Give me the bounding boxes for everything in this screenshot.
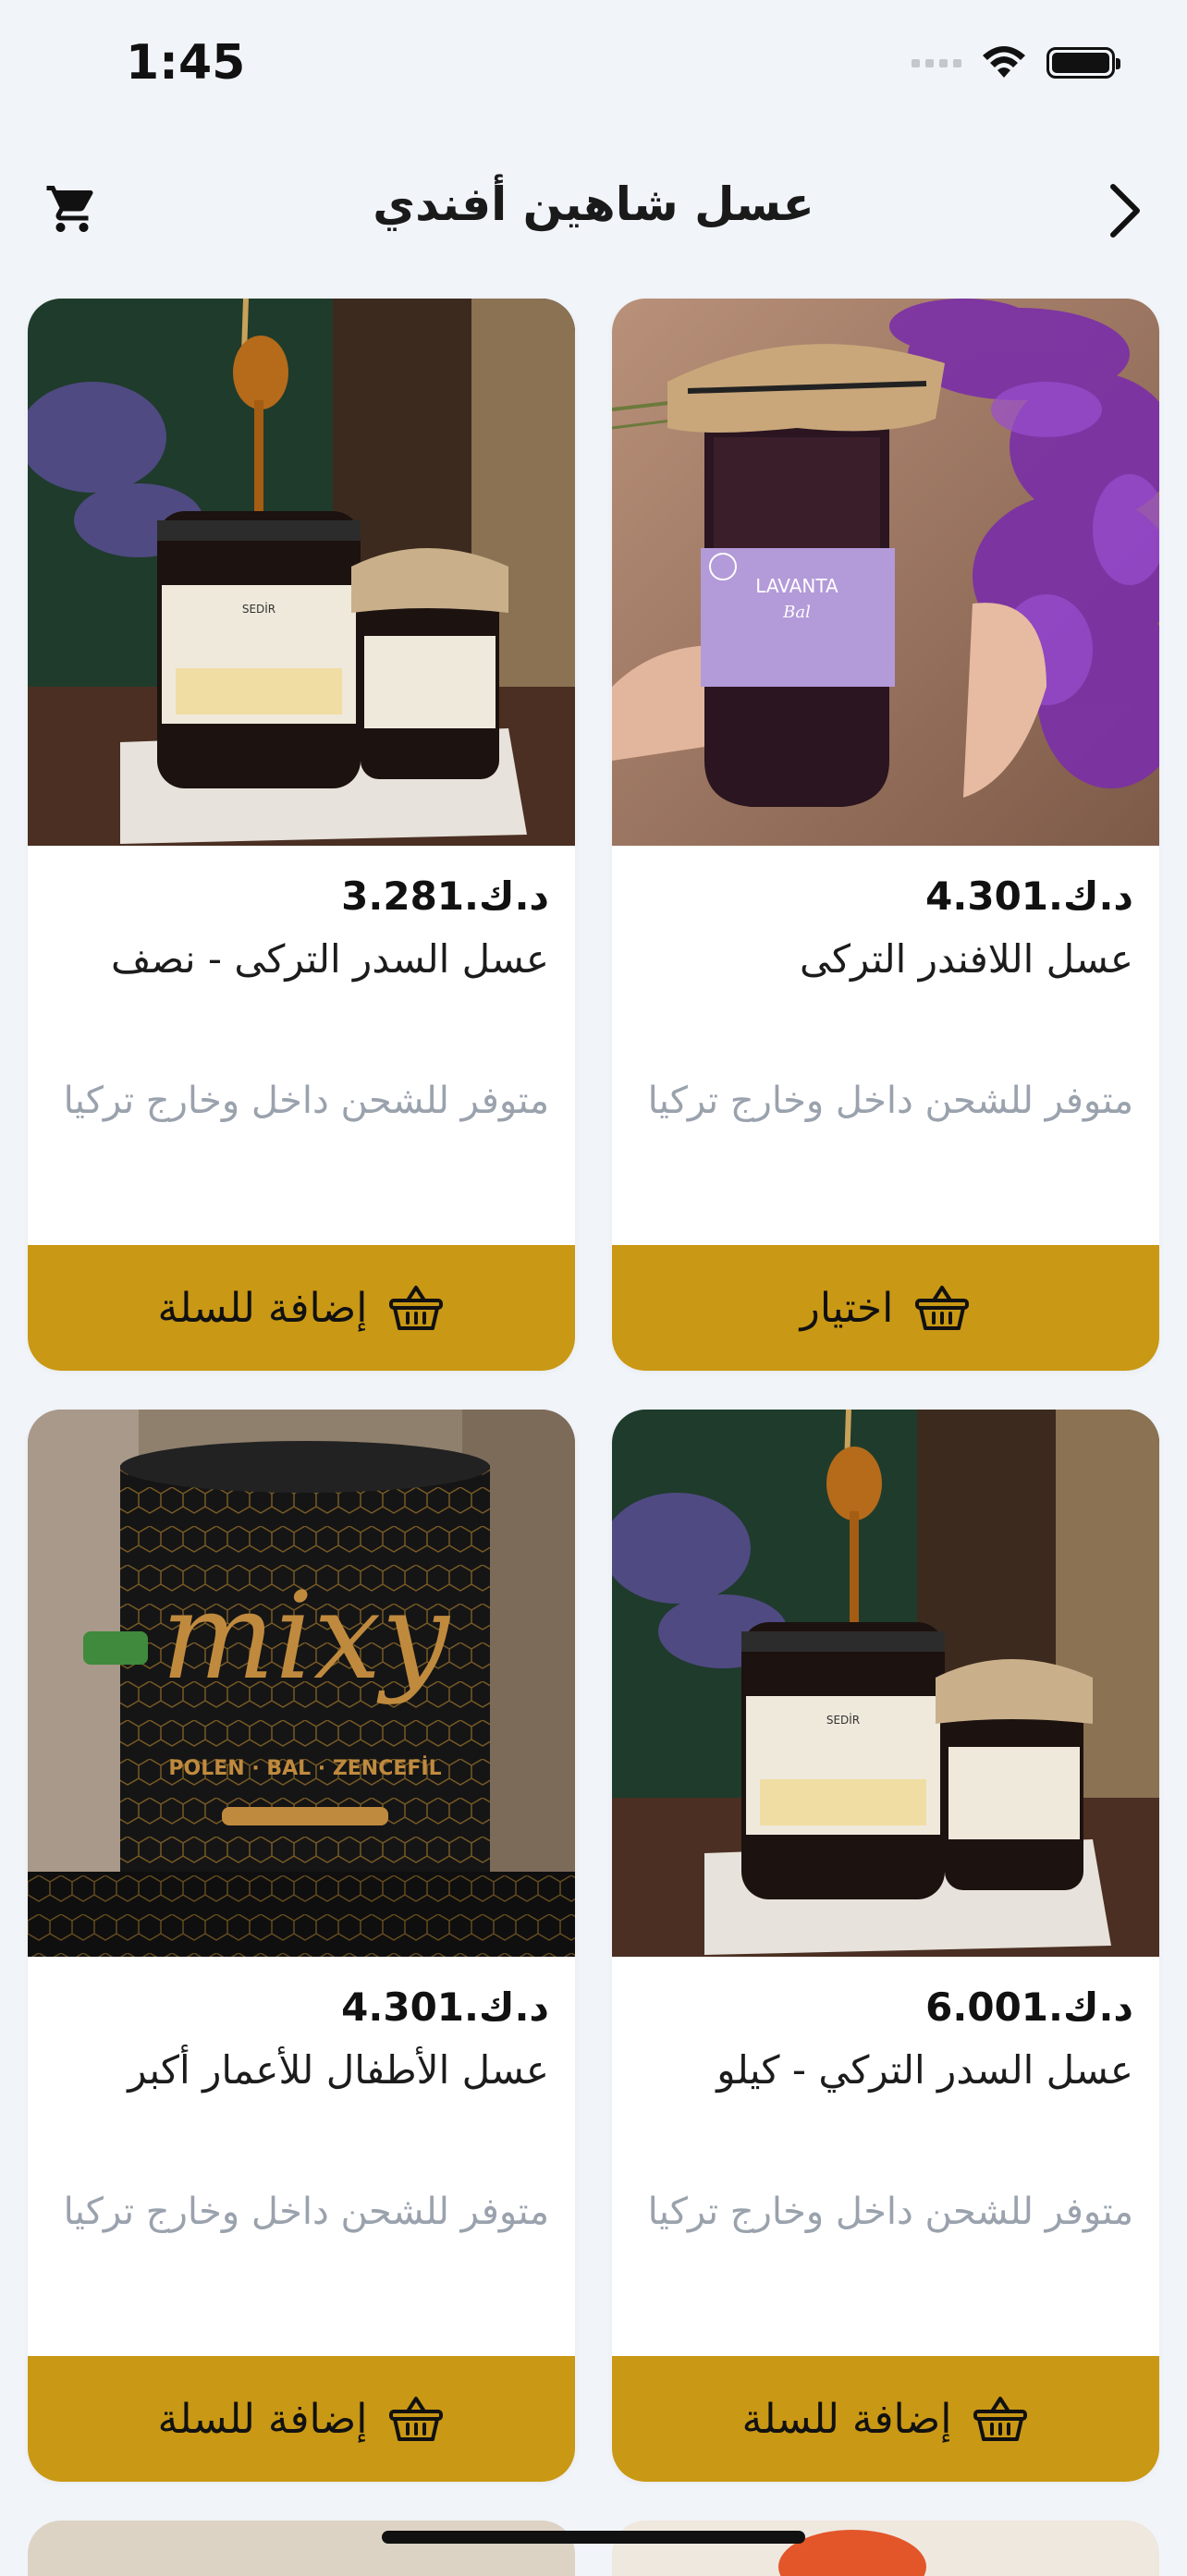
product-price: د.ك.4.301: [341, 1984, 549, 2030]
button-label: اختيار: [800, 1284, 894, 1332]
product-image[interactable]: SEDİR: [612, 1410, 1159, 1957]
product-price: د.ك.4.301: [925, 873, 1133, 919]
add-to-cart-button[interactable]: إضافة للسلة: [612, 2356, 1159, 2482]
wifi-icon: [983, 46, 1025, 78]
jar-label-text: LAVANTA: [755, 575, 838, 597]
jar-label-text: SEDİR: [826, 1713, 860, 1727]
product-price: د.ك.3.281: [341, 873, 549, 919]
jar-label-text: SEDİR: [242, 602, 275, 616]
product-name[interactable]: عسل السدر التركى - نصف: [111, 936, 549, 982]
jar-label-sub: Bal: [782, 603, 811, 622]
product-name[interactable]: عسل اللافندر التركى: [800, 936, 1133, 982]
product-name[interactable]: عسل الأطفال للأعمار أكبر: [128, 2047, 549, 2093]
status-bar: 1:45: [0, 0, 1187, 139]
status-time: 1:45: [126, 35, 246, 91]
jar-label-text: mixy: [161, 1566, 450, 1706]
product-image[interactable]: mixy POLEN · BAL · ZENCEFİL: [28, 1410, 575, 1957]
basket-icon: [915, 1286, 970, 1330]
chevron-right-icon: [1110, 184, 1140, 238]
home-indicator[interactable]: [382, 2531, 805, 2544]
availability-text: متوفر للشحن داخل وخارج تركيا: [63, 2191, 549, 2233]
battery-icon: [1046, 47, 1120, 79]
product-card[interactable]: SEDİR د.ك.3.281 عسل السدر التركى - نصف م…: [28, 299, 575, 1371]
product-name[interactable]: عسل السدر التركي - كيلو: [716, 2047, 1133, 2093]
jar-label-sub: POLEN · BAL · ZENCEFİL: [168, 1756, 441, 1780]
next-product-card-peek[interactable]: [28, 2521, 575, 2576]
nav-bar: عسل شاهين أفندي: [0, 157, 1187, 259]
product-image[interactable]: LAVANTA Bal: [612, 299, 1159, 846]
basket-icon: [389, 1286, 444, 1330]
back-button[interactable]: [1089, 174, 1163, 248]
cellular-signal-icon: [912, 58, 961, 67]
select-button[interactable]: اختيار: [612, 1245, 1159, 1371]
availability-text: متوفر للشحن داخل وخارج تركيا: [647, 2191, 1133, 2233]
status-icons: [912, 44, 1120, 81]
add-to-cart-button[interactable]: إضافة للسلة: [28, 2356, 575, 2482]
product-card[interactable]: SEDİR د.ك.6.001 عسل السدر التركي - كيلو …: [612, 1410, 1159, 2482]
page-title: عسل شاهين أفندي: [373, 177, 814, 231]
next-product-card-peek[interactable]: [612, 2521, 1159, 2576]
basket-icon: [973, 2397, 1028, 2441]
availability-text: متوفر للشحن داخل وخارج تركيا: [647, 1080, 1133, 1122]
button-label: إضافة للسلة: [157, 1284, 368, 1332]
button-label: إضافة للسلة: [741, 2395, 952, 2443]
basket-icon: [389, 2397, 444, 2441]
add-to-cart-button[interactable]: إضافة للسلة: [28, 1245, 575, 1371]
availability-text: متوفر للشحن داخل وخارج تركيا: [63, 1080, 549, 1122]
product-price: د.ك.6.001: [925, 1984, 1133, 2030]
button-label: إضافة للسلة: [157, 2395, 368, 2443]
product-card[interactable]: LAVANTA Bal د.ك.4.301 عسل اللافندر الترك…: [612, 299, 1159, 1371]
product-card[interactable]: mixy POLEN · BAL · ZENCEFİL د.ك.4.301 عس…: [28, 1410, 575, 2482]
product-image[interactable]: SEDİR: [28, 299, 575, 846]
